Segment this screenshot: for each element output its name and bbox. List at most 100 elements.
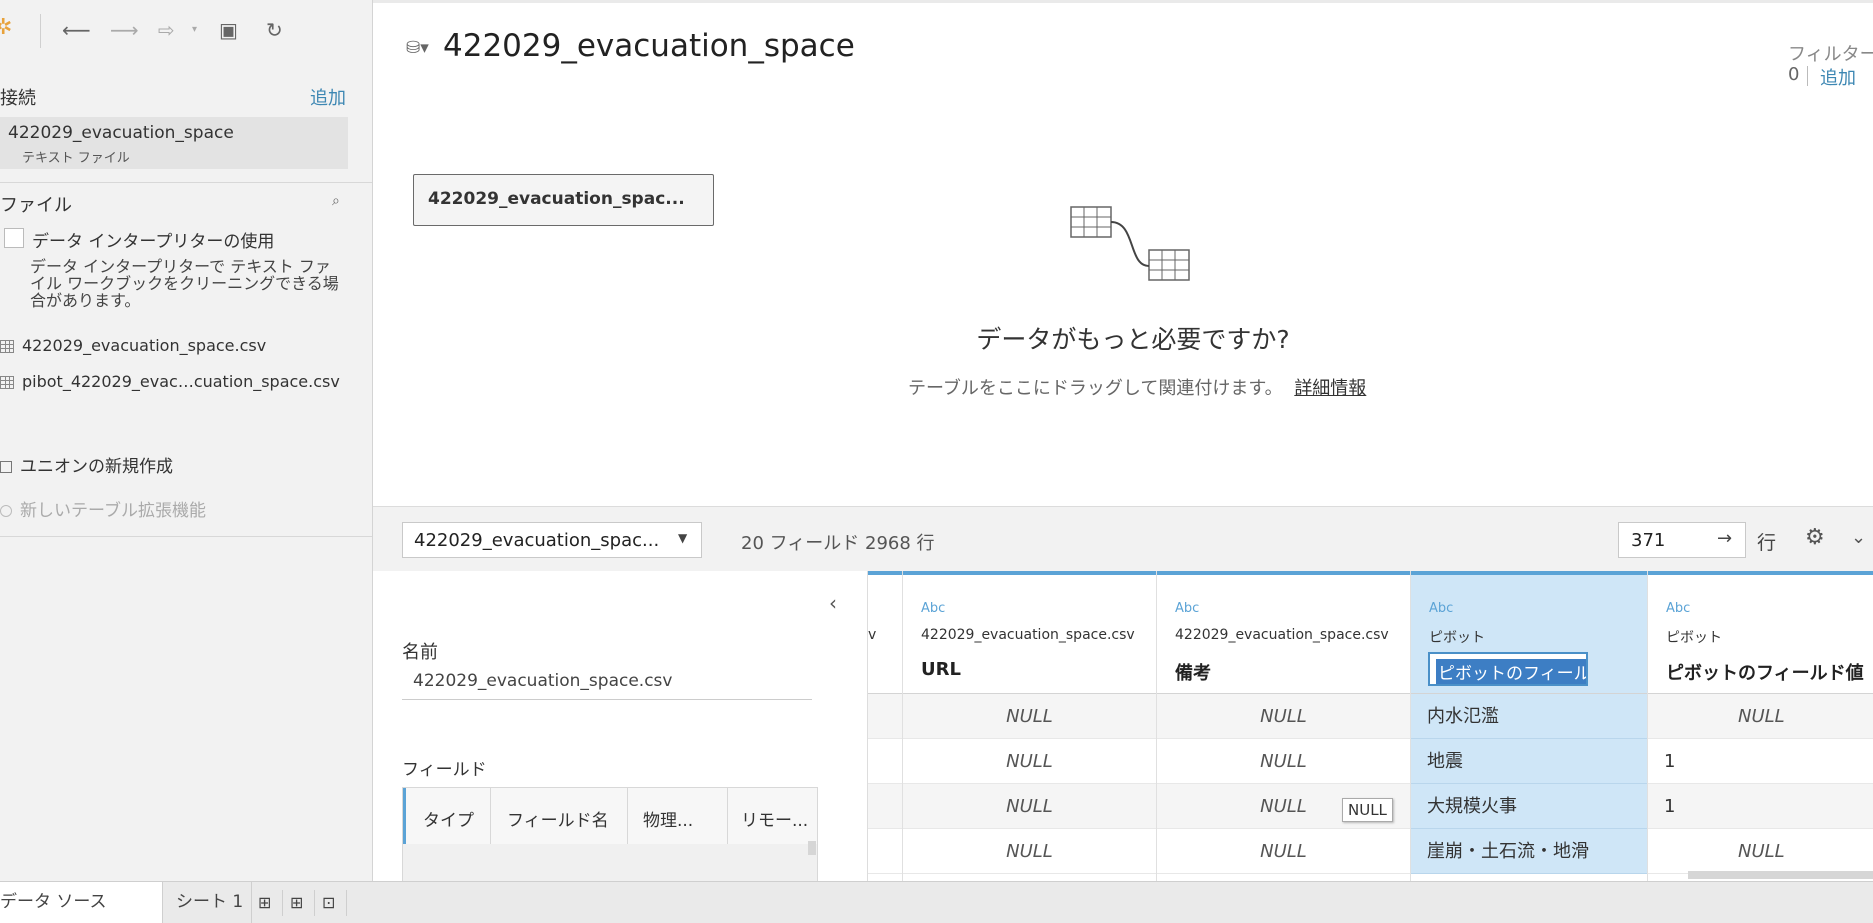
grid-column-pivot-field-value[interactable]: Abc ピボット ピボットのフィールド値 NULL 1 1 NULL <box>1648 571 1873 881</box>
grid-cell[interactable]: NULL <box>903 784 1156 829</box>
filters-divider <box>1807 66 1808 86</box>
grid-column-notes[interactable]: Abc 422029_evacuation_space.csv 備考 NULL … <box>1157 571 1411 881</box>
name-field[interactable]: 422029_evacuation_space.csv <box>402 665 812 700</box>
column-header-remote[interactable]: リモー... <box>741 806 808 831</box>
search-icon[interactable]: ⌕ <box>332 193 340 209</box>
gear-icon[interactable]: ⚙ <box>1805 525 1825 550</box>
grid-cell[interactable]: NULL <box>1157 694 1410 739</box>
file-item[interactable]: 422029_evacuation_space.csv <box>0 336 266 355</box>
fields-label: フィールド <box>402 760 487 780</box>
table-row[interactable] <box>403 844 817 882</box>
field-row-count: 20 フィールド 2968 行 <box>741 533 935 554</box>
new-story-icon[interactable]: ⊡ <box>322 882 335 923</box>
add-connection-link[interactable]: 追加 <box>310 84 346 110</box>
filters-label: フィルター <box>1788 44 1873 65</box>
datasource-title[interactable]: 422029_evacuation_space <box>443 28 855 64</box>
name-label: 名前 <box>402 642 438 663</box>
grid-cell[interactable]: 1 <box>1648 784 1873 829</box>
collapse-left-icon[interactable]: ‹ <box>829 591 837 615</box>
grid-cell[interactable]: NULL <box>903 739 1156 784</box>
column-name[interactable]: 備考 <box>1175 659 1211 685</box>
learn-more-link[interactable]: 詳細情報 <box>1294 378 1366 399</box>
refresh-icon[interactable]: ↻ <box>266 18 283 42</box>
tab-datasource-label: データ ソース <box>0 892 107 912</box>
column-header-type[interactable]: タイプ <box>423 806 474 831</box>
divider <box>0 536 372 537</box>
interpreter-checkbox[interactable] <box>4 228 24 248</box>
tab-sheet1-label: シート 1 <box>176 892 244 912</box>
add-filter-link[interactable]: 追加 <box>1820 64 1856 90</box>
string-type-icon[interactable]: Abc <box>1429 601 1453 616</box>
name-value: 422029_evacuation_space.csv <box>413 671 673 691</box>
new-dashboard-icon[interactable]: ⊞ <box>290 882 303 923</box>
rows-value: 371 <box>1631 530 1666 551</box>
undo-icon[interactable]: ⟵ <box>62 18 91 42</box>
grid-cell[interactable]: NULL <box>1157 829 1410 874</box>
toolbar-divider <box>40 14 41 48</box>
grid-column-url[interactable]: Abc 422029_evacuation_space.csv URL NULL… <box>903 571 1157 881</box>
column-name[interactable]: ピボットのフィールド値 <box>1666 659 1864 685</box>
table-icon <box>0 340 14 353</box>
grid-cell[interactable]: 崖崩・土石流・地滑 <box>1411 829 1647 874</box>
interpreter-description: データ インタープリターで テキスト ファイル ワークブックをクリーニングできる… <box>30 257 339 310</box>
new-worksheet-icon[interactable]: ⊞ <box>258 882 271 923</box>
connection-item[interactable]: 422029_evacuation_space テキスト ファイル <box>0 117 348 169</box>
new-union-label: ユニオンの新規作成 <box>20 457 173 477</box>
data-grid: v Abc 422029_evacuation_space.csv URL NU… <box>868 571 1873 881</box>
grid-cell[interactable]: 1 <box>1648 739 1873 784</box>
chevron-down-icon[interactable]: ▾ <box>192 18 197 42</box>
relationship-icon <box>1070 206 1190 281</box>
divider <box>0 182 372 183</box>
grid-cell[interactable] <box>868 829 902 874</box>
grid-cell[interactable]: NULL <box>1157 739 1410 784</box>
grid-cell[interactable]: 内水氾濫 <box>1411 694 1647 739</box>
string-type-icon[interactable]: Abc <box>921 601 945 616</box>
grid-cell[interactable] <box>868 784 902 829</box>
string-type-icon[interactable]: Abc <box>1175 601 1199 616</box>
filters-count: 0 <box>1788 64 1800 85</box>
rename-field-text: ピボットのフィールド名 <box>1436 659 1586 684</box>
column-header-field-name[interactable]: フィールド名 <box>507 806 609 831</box>
grid-cell[interactable] <box>868 739 902 784</box>
file-item[interactable]: pibot_422029_evac…cuation_space.csv <box>0 372 340 391</box>
tab-datasource[interactable]: データ ソース <box>0 882 163 923</box>
table-select[interactable]: 422029_evacuation_spac... ▼ <box>402 522 702 558</box>
drag-hint: テーブルをここにドラッグして関連付けます。 詳細情報 <box>908 374 1366 400</box>
grid-column-pivot-field-name[interactable]: Abc ピボット ピボットのフィールド名 内水氾濫 地震 大規模火事 崖崩・土石… <box>1411 571 1648 881</box>
datasource-icon[interactable]: ⛁▾ <box>406 38 429 58</box>
grid-cell[interactable]: 地震 <box>1411 739 1647 784</box>
rename-field-input[interactable]: ピボットのフィールド名 <box>1428 652 1588 686</box>
rows-input[interactable]: 371 → <box>1618 522 1746 558</box>
canvas-table[interactable]: 422029_evacuation_spac... <box>413 174 714 226</box>
grid-cell[interactable]: NULL <box>903 829 1156 874</box>
sheet-tab-bar: データ ソース シート 1 ⊞ ⊞ ⊡ <box>0 881 1873 923</box>
grid-column-partial[interactable]: v <box>868 571 903 881</box>
replay-icon[interactable]: ⇨ <box>158 18 175 42</box>
connection-name: 422029_evacuation_space <box>8 123 234 143</box>
grid-cell[interactable]: 大規模火事 <box>1411 784 1647 829</box>
column-source: ピボット <box>1666 630 1722 646</box>
scrollbar[interactable] <box>808 841 816 855</box>
arrow-right-icon[interactable]: → <box>1717 528 1732 549</box>
string-type-icon[interactable]: Abc <box>1666 601 1690 616</box>
fields-table: タイプ フィールド名 物理... リモー... <box>402 787 818 882</box>
new-extension-label: 新しいテーブル拡張機能 <box>20 501 206 521</box>
grid-cell[interactable]: NULL <box>903 694 1156 739</box>
column-source: 422029_evacuation_space.csv <box>1175 627 1389 643</box>
tableau-logo-icon[interactable]: ✲ <box>0 16 12 40</box>
column-name[interactable]: URL <box>921 659 961 680</box>
column-header-physical[interactable]: 物理... <box>643 806 693 831</box>
null-tooltip: NULL <box>1342 798 1393 822</box>
tab-sheet1[interactable]: シート 1 <box>164 882 252 923</box>
new-union-item[interactable]: ユニオンの新規作成 <box>0 452 173 477</box>
grid-cell[interactable] <box>868 694 902 739</box>
grid-cell[interactable]: NULL <box>1648 694 1873 739</box>
new-extension-item[interactable]: 新しいテーブル拡張機能 <box>0 496 206 521</box>
grid-cell[interactable]: NULL <box>1648 829 1873 874</box>
chevron-down-icon: ▼ <box>678 531 688 545</box>
save-icon[interactable]: ▣ <box>219 18 238 42</box>
chevron-down-icon[interactable]: ⌄ <box>1851 527 1866 548</box>
horizontal-scrollbar[interactable] <box>1688 871 1873 879</box>
redo-icon[interactable]: ⟶ <box>110 18 139 42</box>
column-source: ピボット <box>1429 630 1485 646</box>
